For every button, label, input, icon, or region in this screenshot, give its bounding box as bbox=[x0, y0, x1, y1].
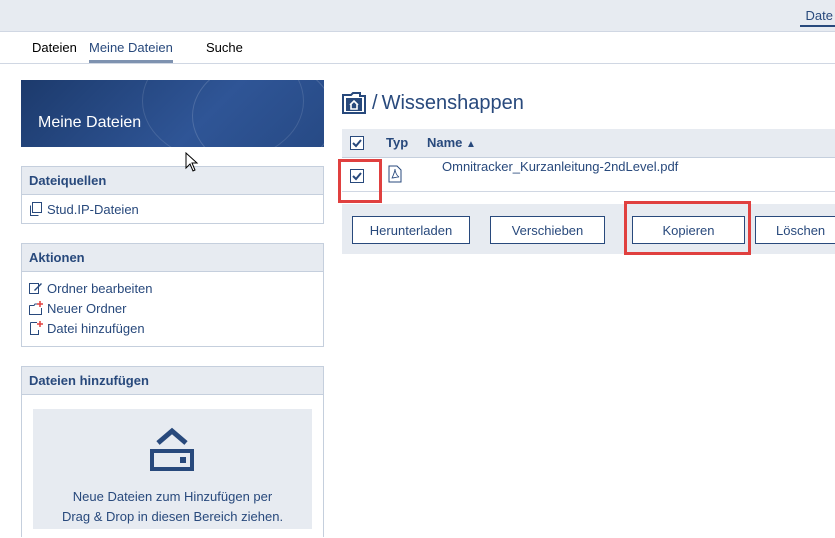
column-header-type[interactable]: Typ bbox=[386, 135, 408, 150]
sidebar: Meine Dateien Dateiquellen Stud.IP-Datei… bbox=[21, 80, 324, 537]
widget-file-sources: Dateiquellen Stud.IP-Dateien bbox=[21, 166, 324, 224]
action-label: Neuer Ordner bbox=[47, 300, 127, 316]
folder-title: Wissenshappen bbox=[381, 91, 524, 114]
action-new-folder[interactable]: Neuer Ordner bbox=[29, 298, 316, 318]
action-add-file[interactable]: Datei hinzufügen bbox=[29, 318, 316, 338]
edit-folder-icon bbox=[29, 283, 42, 294]
action-edit-folder[interactable]: Ordner bearbeiten bbox=[29, 278, 316, 298]
mouse-cursor-icon bbox=[185, 152, 199, 172]
widget-title: Aktionen bbox=[22, 244, 323, 272]
column-header-name[interactable]: Name ▲ bbox=[427, 135, 476, 150]
tab-dateien[interactable]: Dateien bbox=[32, 40, 77, 55]
widget-title: Dateiquellen bbox=[22, 167, 323, 195]
copy-button-highlight bbox=[624, 201, 751, 255]
main-content: / Wissenshappen Typ Name ▲ Omnitracker_K… bbox=[342, 88, 835, 254]
tab-meine-dateien[interactable]: Meine Dateien bbox=[89, 40, 173, 63]
upload-icon bbox=[150, 427, 194, 471]
sort-ascending-icon: ▲ bbox=[466, 139, 476, 150]
tab-suche[interactable]: Suche bbox=[206, 40, 243, 55]
drop-zone-text-1: Neue Dateien zum Hinzufügen per bbox=[72, 489, 273, 504]
widget-add-files: Dateien hinzufügen Neue Dateien zum Hinz… bbox=[21, 366, 324, 537]
top-bar: Date bbox=[0, 0, 835, 32]
table-row[interactable]: Omnitracker_Kurzanleitung-2ndLevel.pdf bbox=[342, 158, 835, 192]
action-label: Datei hinzufügen bbox=[47, 320, 145, 336]
checkbox-highlight bbox=[338, 159, 382, 203]
sidebar-item-label: Stud.IP-Dateien bbox=[47, 201, 139, 217]
header-decoration bbox=[142, 80, 304, 147]
breadcrumb-separator: / bbox=[372, 91, 378, 114]
files-icon bbox=[30, 202, 42, 216]
select-all-checkbox[interactable] bbox=[350, 136, 364, 150]
new-folder-icon bbox=[29, 301, 43, 315]
widget-title: Dateien hinzufügen bbox=[22, 367, 323, 395]
file-name-link[interactable]: Omnitracker_Kurzanleitung-2ndLevel.pdf bbox=[442, 159, 678, 174]
table-header: Typ Name ▲ bbox=[342, 129, 835, 158]
sidebar-item-studip-files[interactable]: Stud.IP-Dateien bbox=[29, 199, 316, 219]
top-bar-link[interactable]: Date bbox=[799, 8, 835, 27]
widget-actions: Aktionen Ordner bearbeiten Neuer Ordner … bbox=[21, 243, 324, 347]
add-file-icon bbox=[30, 321, 43, 335]
drop-zone-text-2: Drag & Drop in diesen Bereich ziehen. bbox=[61, 509, 284, 524]
sidebar-title: Meine Dateien bbox=[38, 114, 142, 131]
nav-tabs: Dateien Meine Dateien Suche bbox=[0, 32, 835, 64]
home-folder-icon[interactable] bbox=[342, 92, 366, 114]
tab-meine-dateien-label: Meine Dateien bbox=[89, 40, 173, 55]
move-button[interactable]: Verschieben bbox=[490, 216, 605, 244]
download-button[interactable]: Herunterladen bbox=[352, 216, 470, 244]
pdf-file-icon bbox=[388, 165, 402, 183]
drop-zone[interactable]: Neue Dateien zum Hinzufügen per Drag & D… bbox=[33, 409, 312, 529]
breadcrumb: / Wissenshappen bbox=[342, 88, 835, 118]
delete-button[interactable]: Löschen bbox=[755, 216, 835, 244]
action-label: Ordner bearbeiten bbox=[47, 280, 153, 296]
sidebar-header: Meine Dateien bbox=[21, 80, 324, 147]
column-header-name-label: Name bbox=[427, 135, 463, 150]
table-footer: Herunterladen Verschieben Kopieren Lösch… bbox=[342, 204, 835, 254]
